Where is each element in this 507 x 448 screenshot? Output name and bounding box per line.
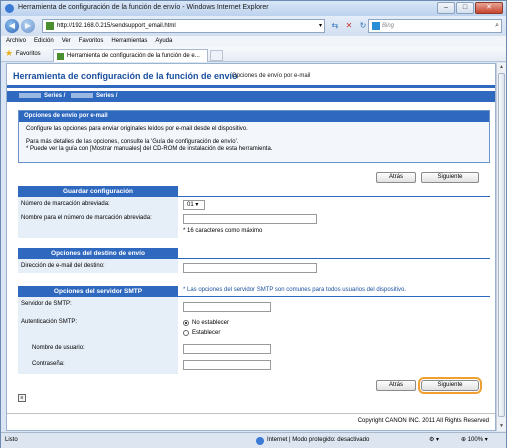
menu-ver[interactable]: Ver bbox=[62, 36, 71, 47]
status-text: Listo bbox=[5, 437, 18, 443]
series-label-1: Series / bbox=[44, 93, 66, 99]
info-line-1: Configure las opciones para enviar origi… bbox=[26, 126, 248, 132]
abbr-name-label: Nombre para el número de marcación abrev… bbox=[21, 215, 152, 221]
dest-email-input[interactable] bbox=[183, 263, 317, 273]
window-title: Herramienta de configuración de la funci… bbox=[18, 4, 269, 11]
new-tab-button[interactable] bbox=[210, 50, 223, 61]
radio-selected-icon bbox=[183, 320, 189, 326]
zoom-control[interactable]: ⊕ 100% ▾ bbox=[461, 433, 488, 448]
smtp-password-input[interactable] bbox=[183, 360, 271, 370]
globe-icon bbox=[256, 437, 264, 445]
redacted-model bbox=[19, 92, 41, 98]
info-heading: Opciones de envío por e-mail bbox=[19, 111, 489, 122]
abbr-name-note: * 16 caracteres como máximo bbox=[183, 228, 263, 234]
url-text: http://192.168.0.215/sendsupport_email.h… bbox=[57, 23, 176, 29]
address-field[interactable]: http://192.168.0.215/sendsupport_email.h… bbox=[42, 19, 325, 33]
series-label-2: Series / bbox=[96, 93, 118, 99]
smtp-auth-radio-yes[interactable]: Establecer bbox=[183, 330, 220, 337]
footer-divider bbox=[7, 413, 495, 414]
forward-arrow-icon[interactable]: ▶ bbox=[21, 19, 35, 33]
scroll-down-icon[interactable]: ▼ bbox=[498, 423, 505, 430]
menu-herramientas[interactable]: Herramientas bbox=[111, 36, 147, 47]
page-top-icon[interactable]: ≡ bbox=[18, 394, 26, 402]
section-divider bbox=[178, 258, 490, 259]
address-toolbar: ◀ ▶ http://192.168.0.215/sendsupport_ema… bbox=[1, 16, 506, 36]
star-icon: ★ bbox=[5, 48, 14, 58]
dest-email-label: Dirección de e-mail del destino: bbox=[21, 263, 105, 269]
page-favicon-icon bbox=[46, 22, 54, 30]
info-box: Opciones de envío por e-mail Configure l… bbox=[18, 110, 490, 163]
info-line-3: * Puede ver la guía con [Mostrar manuale… bbox=[26, 146, 273, 152]
abbr-name-input[interactable] bbox=[183, 214, 317, 224]
smtp-server-label: Servidor de SMTP: bbox=[21, 301, 72, 307]
favorites-button[interactable]: ★ Favoritos bbox=[5, 48, 41, 59]
smtp-auth-label: Autenticación SMTP: bbox=[21, 319, 78, 325]
favorites-bar: ★ Favoritos Herramienta de configuración… bbox=[1, 47, 506, 62]
redacted-model-2 bbox=[71, 92, 94, 98]
smtp-user-input[interactable] bbox=[183, 344, 271, 354]
menu-favoritos[interactable]: Favoritos bbox=[79, 36, 104, 47]
stop-icon[interactable]: ✕ bbox=[343, 19, 355, 33]
smtp-password-label: Contraseña: bbox=[32, 361, 65, 367]
smtp-server-input[interactable] bbox=[183, 302, 271, 312]
menu-bar: Archivo Edición Ver Favoritos Herramient… bbox=[1, 36, 506, 47]
chevron-down-icon: ▾ bbox=[484, 437, 488, 443]
menu-ayuda[interactable]: Ayuda bbox=[155, 36, 172, 47]
bing-logo-icon bbox=[372, 22, 380, 30]
tab-favicon-icon bbox=[57, 53, 64, 60]
zoom-icon: ⊕ bbox=[461, 437, 467, 443]
smtp-auth-radio-no[interactable]: No establecer bbox=[183, 320, 229, 327]
smtp-user-label: Nombre de usuario: bbox=[32, 345, 85, 351]
zone-text: Internet | Modo protegido: desactivado bbox=[267, 437, 370, 443]
browser-tab[interactable]: Herramienta de configuración de la funci… bbox=[53, 49, 208, 62]
page-viewport: Herramienta de configuración de la funci… bbox=[6, 63, 496, 431]
dest-section-heading: Opciones del destino de envío bbox=[18, 248, 178, 259]
menu-archivo[interactable]: Archivo bbox=[6, 36, 26, 47]
menu-edicion[interactable]: Edición bbox=[34, 36, 54, 47]
search-input[interactable]: Bing ⌕ bbox=[368, 19, 502, 33]
back-arrow-icon[interactable]: ◀ bbox=[5, 19, 19, 33]
compatibility-view-icon[interactable]: ⇆ bbox=[329, 19, 341, 33]
search-icon[interactable]: ⌕ bbox=[495, 20, 499, 32]
scroll-up-icon[interactable]: ▲ bbox=[498, 64, 505, 71]
vertical-scrollbar[interactable]: ▲ ▼ bbox=[496, 63, 506, 431]
back-button-top[interactable]: Atrás bbox=[376, 172, 416, 183]
section-divider bbox=[178, 196, 490, 197]
smtp-section-heading: Opciones del servidor SMTP bbox=[18, 286, 178, 297]
favorites-label: Favoritos bbox=[16, 51, 41, 57]
page-title: Herramienta de configuración de la funci… bbox=[13, 71, 238, 81]
smtp-note: * Las opciones del servidor SMTP son com… bbox=[183, 287, 407, 293]
minimize-button[interactable]: – bbox=[437, 2, 455, 14]
close-button[interactable]: ✕ bbox=[475, 2, 503, 14]
radio-unselected-icon bbox=[183, 330, 189, 336]
info-line-2: Para más detalles de las opciones, consu… bbox=[26, 139, 239, 145]
smtp-auth-option-1: No establecer bbox=[192, 320, 230, 326]
abbr-number-label: Número de marcación abreviada: bbox=[21, 201, 110, 207]
title-bar[interactable]: Herramienta de configuración de la funci… bbox=[1, 1, 506, 16]
status-bar: Listo Internet | Modo protegido: desacti… bbox=[1, 432, 506, 448]
save-section-heading: Guardar configuración bbox=[18, 186, 178, 197]
scroll-thumb[interactable] bbox=[498, 73, 505, 417]
protected-mode-icon[interactable]: ⚙ ▾ bbox=[429, 433, 439, 448]
smtp-auth-option-2: Establecer bbox=[192, 330, 221, 336]
abbr-number-select[interactable]: 01 ▾ bbox=[183, 200, 205, 210]
abbr-number-value: 01 bbox=[187, 202, 194, 208]
copyright-text: Copyright CANON INC. 2011 All Rights Res… bbox=[357, 418, 489, 424]
security-zone[interactable]: Internet | Modo protegido: desactivado bbox=[256, 433, 369, 448]
tab-title: Herramienta de configuración de la funci… bbox=[67, 53, 200, 59]
series-breadcrumb: Series / Series / bbox=[7, 91, 495, 102]
zoom-level: 100% bbox=[467, 437, 484, 443]
browser-window: Herramienta de configuración de la funci… bbox=[0, 0, 507, 448]
chevron-down-icon[interactable]: ▾ bbox=[319, 20, 322, 32]
section-divider bbox=[178, 296, 490, 297]
next-button-bottom[interactable]: Siguiente bbox=[418, 377, 482, 394]
page-subtitle: Opciones de envío por e-mail bbox=[232, 73, 311, 79]
page-header: Herramienta de configuración de la funci… bbox=[7, 64, 495, 88]
next-button-top[interactable]: Siguiente bbox=[421, 172, 479, 183]
ie-logo-icon bbox=[5, 4, 14, 13]
back-button-bottom[interactable]: Atrás bbox=[376, 380, 416, 391]
maximize-button[interactable]: □ bbox=[456, 2, 474, 14]
search-placeholder: Bing bbox=[382, 23, 395, 29]
